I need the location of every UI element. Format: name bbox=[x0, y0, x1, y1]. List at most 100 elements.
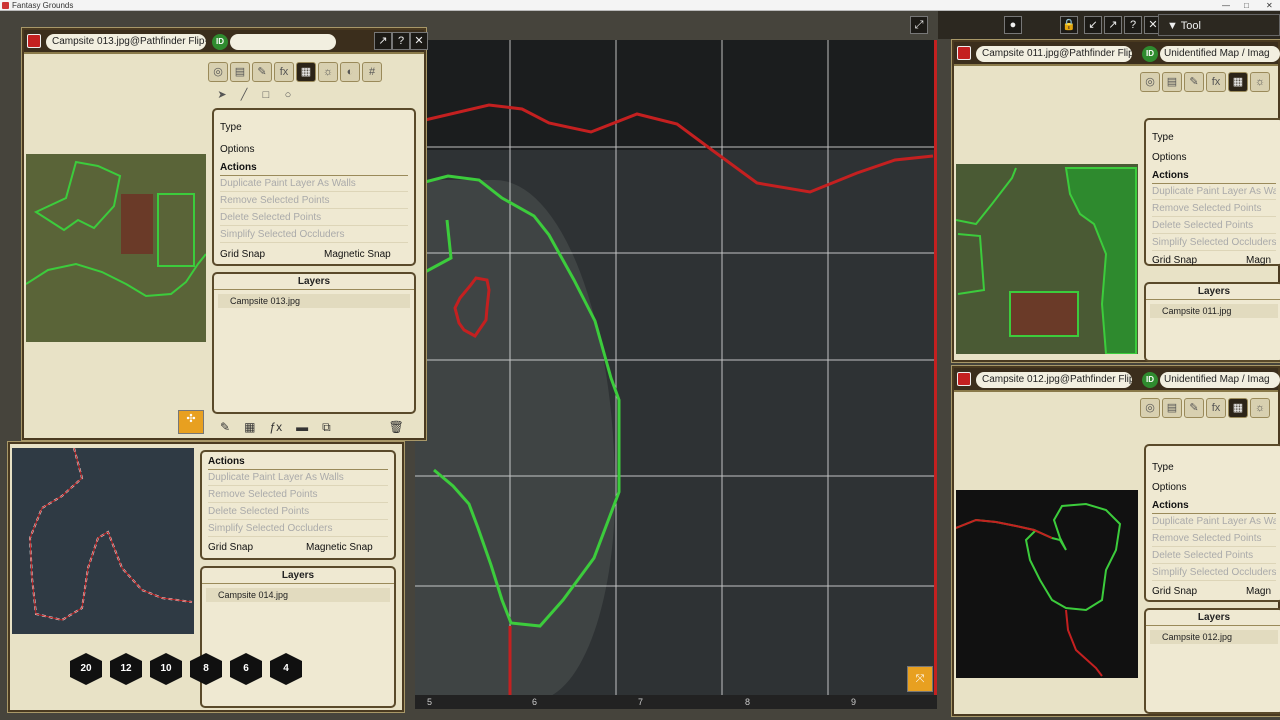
lock-icon[interactable]: 🔒 bbox=[1060, 16, 1078, 34]
map-thumbnail-014[interactable] bbox=[12, 448, 194, 634]
grid-snap-toggle[interactable]: Grid Snap bbox=[1152, 584, 1212, 600]
map-thumbnail-013[interactable] bbox=[26, 154, 206, 342]
panel-titlebar: Campsite 011.jpg@Pathfinder Flip- ID Uni… bbox=[954, 42, 1280, 66]
id-icon[interactable]: ID bbox=[1142, 372, 1158, 388]
id-icon[interactable]: ID bbox=[212, 34, 228, 50]
paint-icon[interactable]: ✎ bbox=[252, 62, 272, 82]
action-delete-points[interactable]: Delete Selected Points bbox=[1152, 548, 1276, 564]
circle-tool-icon[interactable]: ○ bbox=[278, 86, 298, 106]
panel-titlebar: Campsite 012.jpg@Pathfinder Flip- ID Uni… bbox=[954, 368, 1280, 392]
fx-icon[interactable]: fx bbox=[274, 62, 294, 82]
layers-stack-icon[interactable]: ▤ bbox=[1162, 72, 1182, 92]
layer-item[interactable]: Campsite 013.jpg bbox=[218, 294, 410, 308]
id-name-field[interactable]: Unidentified Map / Imag bbox=[1160, 372, 1280, 388]
occluder-green-arc bbox=[424, 174, 621, 628]
delete-layer-icon[interactable]: 🗑 bbox=[389, 420, 404, 436]
expand-icon[interactable]: ↗ bbox=[1104, 16, 1122, 34]
d12-icon[interactable]: 12 bbox=[110, 653, 142, 685]
id-icon[interactable]: ID bbox=[1142, 46, 1158, 62]
layers-stack-icon[interactable]: ▤ bbox=[230, 62, 250, 82]
walls-icon[interactable]: ▦ bbox=[296, 62, 316, 82]
action-remove-points[interactable]: Remove Selected Points bbox=[1152, 531, 1276, 547]
d4-icon[interactable]: 4 bbox=[270, 653, 302, 685]
add-paint-layer-icon[interactable]: ✎ bbox=[220, 420, 230, 436]
token-icon[interactable]: ◎ bbox=[1140, 72, 1160, 92]
lighting-icon[interactable]: ☼ bbox=[1250, 398, 1270, 418]
action-simplify[interactable]: Simplify Selected Occluders bbox=[208, 521, 388, 537]
token-icon[interactable]: ◎ bbox=[208, 62, 228, 82]
id-name-field[interactable]: Unidentified Map / Imag bbox=[1160, 46, 1280, 62]
fx-icon[interactable]: fx bbox=[1206, 72, 1226, 92]
layer-item[interactable]: Campsite 012.jpg bbox=[1150, 630, 1278, 644]
action-delete-points[interactable]: Delete Selected Points bbox=[220, 210, 408, 226]
tool-dropdown[interactable]: ▼ Tool bbox=[1158, 14, 1280, 36]
walls-icon[interactable]: ▦ bbox=[1228, 72, 1248, 92]
action-duplicate[interactable]: Duplicate Paint Layer As Walls bbox=[1152, 184, 1276, 200]
grid-icon[interactable]: # bbox=[362, 62, 382, 82]
map-thumbnail-012[interactable] bbox=[956, 490, 1138, 678]
image-settings-icon[interactable]: ✣ bbox=[178, 410, 204, 434]
maximize-button[interactable]: □ bbox=[1244, 0, 1249, 11]
d10-icon[interactable]: 10 bbox=[150, 653, 182, 685]
panel-name-field[interactable]: Campsite 013.jpg@Pathfinder Flip- bbox=[46, 34, 206, 50]
mask-icon[interactable]: ◐ bbox=[340, 62, 360, 82]
magnetic-snap-toggle[interactable]: Magnetic Snap bbox=[306, 540, 388, 556]
paint-icon[interactable]: ✎ bbox=[1184, 72, 1204, 92]
action-simplify[interactable]: Simplify Selected Occluders bbox=[1152, 565, 1276, 581]
paint-icon[interactable]: ✎ bbox=[1184, 398, 1204, 418]
fullscreen-icon[interactable]: ⤢ bbox=[910, 16, 928, 34]
actions-header: Actions bbox=[220, 160, 408, 176]
d20-icon[interactable]: 20 bbox=[70, 653, 102, 685]
action-remove-points[interactable]: Remove Selected Points bbox=[220, 193, 408, 209]
walls-icon[interactable]: ▦ bbox=[1228, 398, 1248, 418]
magnetic-snap-toggle[interactable]: Magn bbox=[1246, 253, 1276, 269]
layers-stack-icon[interactable]: ▤ bbox=[1162, 398, 1182, 418]
fx-icon[interactable]: fx bbox=[1206, 398, 1226, 418]
help-icon[interactable]: ? bbox=[392, 32, 410, 50]
add-fx-layer-icon[interactable]: ƒx bbox=[269, 420, 282, 436]
close-window-button[interactable]: ✕ bbox=[1266, 0, 1273, 11]
map-canvas[interactable]: ⤧ bbox=[415, 40, 937, 695]
magnetic-snap-toggle[interactable]: Magn bbox=[1246, 584, 1276, 600]
id-name-field[interactable] bbox=[230, 34, 336, 50]
layers-header: Layers bbox=[202, 568, 394, 584]
d8-icon[interactable]: 8 bbox=[190, 653, 222, 685]
action-duplicate[interactable]: Duplicate Paint Layer As Walls bbox=[1152, 514, 1276, 530]
lighting-icon[interactable]: ☼ bbox=[318, 62, 338, 82]
line-tool-icon[interactable]: ╱ bbox=[234, 86, 254, 106]
lighting-icon[interactable]: ☼ bbox=[1250, 72, 1270, 92]
grid-snap-toggle[interactable]: Grid Snap bbox=[220, 247, 300, 263]
action-duplicate[interactable]: Duplicate Paint Layer As Walls bbox=[220, 176, 408, 192]
layer-item[interactable]: Campsite 014.jpg bbox=[206, 588, 390, 602]
panel-name-field[interactable]: Campsite 011.jpg@Pathfinder Flip- bbox=[976, 46, 1132, 62]
layer-actions-bar: ✎ ▦ ƒx ▬ ⧉ 🗑 bbox=[220, 420, 404, 436]
action-remove-points[interactable]: Remove Selected Points bbox=[1152, 201, 1276, 217]
duplicate-layer-icon[interactable]: ⧉ bbox=[322, 420, 331, 436]
grid-snap-toggle[interactable]: Grid Snap bbox=[208, 540, 288, 556]
action-delete-points[interactable]: Delete Selected Points bbox=[1152, 218, 1276, 234]
add-folder-icon[interactable]: ▬ bbox=[296, 420, 308, 436]
action-simplify[interactable]: Simplify Selected Occluders bbox=[220, 227, 408, 243]
action-duplicate[interactable]: Duplicate Paint Layer As Walls bbox=[208, 470, 388, 486]
shrink-icon[interactable]: ↙ bbox=[1084, 16, 1102, 34]
magnetic-snap-toggle[interactable]: Magnetic Snap bbox=[324, 247, 408, 263]
add-grid-layer-icon[interactable]: ▦ bbox=[244, 420, 255, 436]
minimize-button[interactable]: — bbox=[1222, 0, 1230, 11]
help-icon[interactable]: ? bbox=[1124, 16, 1142, 34]
d6-icon[interactable]: 6 bbox=[230, 653, 262, 685]
close-icon[interactable]: ✕ bbox=[410, 32, 428, 50]
pointer-icon[interactable]: ➤ bbox=[212, 86, 232, 106]
map-corner-resize-icon[interactable]: ⤧ bbox=[907, 666, 933, 692]
map-thumbnail-011[interactable] bbox=[956, 164, 1138, 354]
layer-item[interactable]: Campsite 011.jpg bbox=[1150, 304, 1278, 318]
action-delete-points[interactable]: Delete Selected Points bbox=[208, 504, 388, 520]
token-icon[interactable]: ◎ bbox=[1140, 398, 1160, 418]
action-remove-points[interactable]: Remove Selected Points bbox=[208, 487, 388, 503]
action-simplify[interactable]: Simplify Selected Occluders bbox=[1152, 235, 1276, 251]
draw-tools: ➤ ╱ □ ○ bbox=[212, 84, 298, 108]
grid-snap-toggle[interactable]: Grid Snap bbox=[1152, 253, 1212, 269]
popout-icon[interactable]: ↗ bbox=[374, 32, 392, 50]
pin-icon[interactable]: ● bbox=[1004, 16, 1022, 34]
panel-name-field[interactable]: Campsite 012.jpg@Pathfinder Flip- bbox=[976, 372, 1132, 388]
rectangle-tool-icon[interactable]: □ bbox=[256, 86, 276, 106]
